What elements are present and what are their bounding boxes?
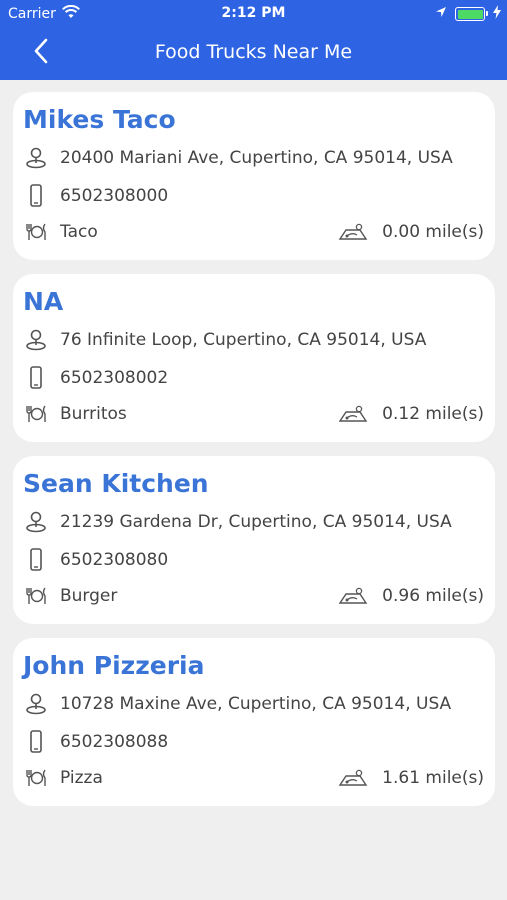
status-right: [435, 5, 501, 23]
utensils-icon: [23, 584, 49, 608]
food-truck-card[interactable]: John Pizzeria 10728 Maxine Ave, Cupertin…: [13, 638, 495, 806]
truck-address: 10728 Maxine Ave, Cupertino, CA 95014, U…: [60, 694, 452, 714]
truck-food-row: Pizza: [23, 766, 103, 790]
route-icon: [338, 586, 368, 606]
truck-address-row: 10728 Maxine Ave, Cupertino, CA 95014, U…: [23, 692, 451, 716]
page-title: Food Trucks Near Me: [154, 41, 353, 63]
truck-distance-label: 0.00 mile(s): [382, 222, 484, 242]
truck-name: Sean Kitchen: [23, 469, 209, 498]
truck-address: 76 Infinite Loop, Cupertino, CA 95014, U…: [60, 330, 427, 350]
phone-icon: [23, 184, 49, 208]
map-pin-icon: [23, 510, 49, 534]
truck-distance: 0.00 mile(s): [338, 222, 484, 242]
status-time: 2:12 PM: [221, 5, 286, 21]
truck-phone-row[interactable]: 6502308002: [23, 366, 168, 390]
truck-address: 21239 Gardena Dr, Cupertino, CA 95014, U…: [60, 512, 452, 532]
route-icon: [338, 404, 368, 424]
truck-food-row: Burger: [23, 584, 117, 608]
food-truck-card[interactable]: Sean Kitchen 21239 Gardena Dr, Cupertino…: [13, 456, 495, 624]
food-truck-list: Mikes Taco 20400 Mariani Ave, Cupertino,…: [13, 92, 495, 820]
truck-distance: 0.96 mile(s): [338, 586, 484, 606]
truck-name: NA: [23, 287, 64, 316]
status-bar: Carrier 2:12 PM: [0, 0, 507, 28]
truck-food: Pizza: [60, 768, 103, 788]
phone-icon: [23, 730, 49, 754]
truck-food: Burritos: [60, 404, 127, 424]
truck-address-row: 76 Infinite Loop, Cupertino, CA 95014, U…: [23, 328, 426, 352]
truck-distance-label: 1.61 mile(s): [382, 768, 484, 788]
truck-address-row: 21239 Gardena Dr, Cupertino, CA 95014, U…: [23, 510, 452, 534]
map-pin-icon: [23, 328, 49, 352]
location-arrow-icon: [435, 6, 447, 22]
truck-phone: 6502308000: [60, 186, 169, 206]
truck-address-row: 20400 Mariani Ave, Cupertino, CA 95014, …: [23, 146, 453, 170]
navigation-bar: Carrier 2:12 PM Food Trucks Near Me: [0, 0, 507, 80]
utensils-icon: [23, 766, 49, 790]
truck-phone: 6502308088: [60, 732, 169, 752]
truck-address: 20400 Mariani Ave, Cupertino, CA 95014, …: [60, 148, 453, 168]
map-pin-icon: [23, 692, 49, 716]
truck-phone-row[interactable]: 6502308000: [23, 184, 168, 208]
truck-food-row: Burritos: [23, 402, 127, 426]
truck-food-row: Taco: [23, 220, 98, 244]
truck-phone-row[interactable]: 6502308080: [23, 548, 168, 572]
truck-phone-row[interactable]: 6502308088: [23, 730, 168, 754]
food-truck-card[interactable]: NA 76 Infinite Loop, Cupertino, CA 95014…: [13, 274, 495, 442]
utensils-icon: [23, 220, 49, 244]
truck-phone: 6502308002: [60, 368, 169, 388]
charging-bolt-icon: [493, 5, 501, 23]
truck-food: Burger: [60, 586, 118, 606]
truck-distance-label: 0.12 mile(s): [382, 404, 484, 424]
truck-food: Taco: [60, 222, 98, 242]
truck-distance: 1.61 mile(s): [338, 768, 484, 788]
route-icon: [338, 768, 368, 788]
truck-name: John Pizzeria: [23, 651, 205, 680]
battery-icon: [455, 7, 488, 21]
phone-icon: [23, 548, 49, 572]
truck-distance-label: 0.96 mile(s): [382, 586, 484, 606]
truck-phone: 6502308080: [60, 550, 169, 570]
route-icon: [338, 222, 368, 242]
phone-icon: [23, 366, 49, 390]
truck-name: Mikes Taco: [23, 105, 176, 134]
map-pin-icon: [23, 146, 49, 170]
utensils-icon: [23, 402, 49, 426]
food-truck-card[interactable]: Mikes Taco 20400 Mariani Ave, Cupertino,…: [13, 92, 495, 260]
truck-distance: 0.12 mile(s): [338, 404, 484, 424]
